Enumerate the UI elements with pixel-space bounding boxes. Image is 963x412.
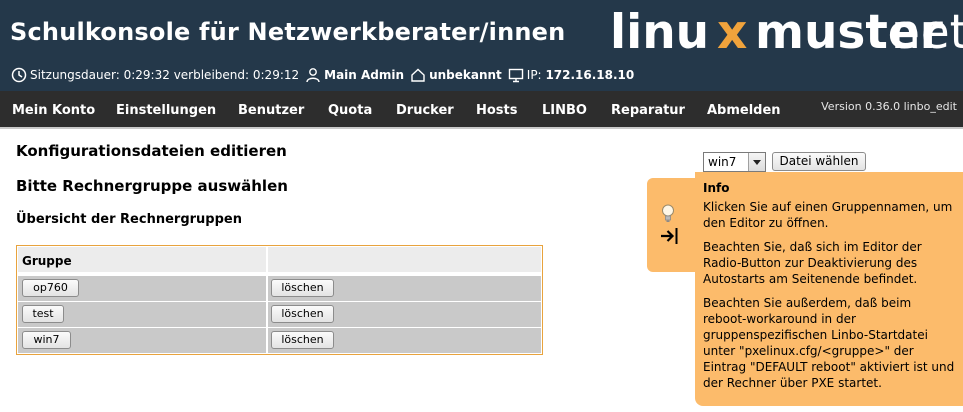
- delete-button-op760[interactable]: löschen: [271, 279, 334, 297]
- arrow-right-bar-icon[interactable]: [659, 226, 681, 246]
- info-panel-tab: [647, 178, 696, 272]
- info-paragraph: Klicken Sie auf einen Gruppennamen, um d…: [703, 200, 953, 230]
- table-cell-action: löschen: [268, 328, 541, 353]
- house-icon: [411, 68, 425, 82]
- user-name: Main Admin: [324, 68, 405, 82]
- group-select[interactable]: win7: [703, 152, 766, 172]
- table-cell-action: löschen: [268, 302, 541, 327]
- info-paragraph: Beachten Sie, daß sich im Editor der Rad…: [703, 240, 922, 286]
- session-duration-value: 0:29:32: [123, 68, 170, 82]
- menu-item-linbo[interactable]: LINBO: [542, 103, 587, 118]
- ip-value: 172.16.18.10: [545, 68, 635, 82]
- user-icon: [306, 68, 320, 83]
- session-duration-label: Sitzungsdauer:: [30, 68, 120, 82]
- table-cell-action: löschen: [268, 276, 541, 301]
- menu-item-quota[interactable]: Quota: [328, 103, 372, 118]
- lightbulb-icon: [662, 204, 674, 222]
- choose-file-button[interactable]: Datei wählen: [772, 152, 866, 171]
- group-link-test[interactable]: test: [22, 305, 64, 323]
- chevron-down-icon[interactable]: [748, 153, 765, 171]
- remaining-label: verbleibend:: [173, 68, 250, 82]
- table-cell-group: test: [18, 302, 266, 327]
- room-name: unbekannt: [429, 68, 502, 82]
- menu-item-einstellungen[interactable]: Einstellungen: [116, 103, 216, 118]
- delete-button-test[interactable]: löschen: [271, 305, 334, 323]
- menu-item-drucker[interactable]: Drucker: [396, 103, 454, 118]
- menu-item-mein-konto[interactable]: Mein Konto: [12, 103, 95, 118]
- group-select-value: win7: [708, 155, 737, 169]
- delete-button-win7[interactable]: löschen: [271, 331, 334, 349]
- menu-item-reparatur[interactable]: Reparatur: [611, 103, 685, 118]
- clock-icon: [11, 67, 27, 83]
- main-menu: Mein Konto Einstellungen Benutzer Quota …: [0, 91, 963, 129]
- page-title: Konfigurationsdateien editieren: [16, 142, 287, 160]
- info-title: Info: [703, 181, 730, 195]
- logo-text-x: x: [717, 5, 748, 60]
- table-row: test löschen: [18, 302, 541, 327]
- table-row: op760 löschen: [18, 276, 541, 301]
- app-title: Schulkonsole für Netzwerkberater/innen: [10, 18, 566, 46]
- ip-label: IP:: [526, 68, 542, 82]
- page-subtitle: Bitte Rechnergruppe auswählen: [16, 177, 288, 195]
- session-status-bar: Sitzungsdauer: 0:29:32 verbleibend: 0:29…: [11, 67, 634, 83]
- page-header: Schulkonsole für Netzwerkberater/innen l…: [0, 0, 963, 91]
- remaining-value: 0:29:12: [252, 68, 300, 82]
- table-cell-group: win7: [18, 328, 266, 353]
- logo-text-linu: linu: [610, 5, 710, 60]
- group-link-op760[interactable]: op760: [22, 279, 79, 297]
- logo-text-net: .net: [876, 5, 963, 60]
- menu-item-hosts[interactable]: Hosts: [476, 103, 518, 118]
- column-header-gruppe: Gruppe: [18, 247, 266, 272]
- group-table: Gruppe op760 löschen test löschen win7 l…: [16, 245, 543, 355]
- menu-item-abmelden[interactable]: Abmelden: [707, 103, 781, 118]
- column-header-actions: [268, 247, 541, 272]
- group-link-win7[interactable]: win7: [22, 331, 71, 349]
- version-label: Version 0.36.0 linbo_edit: [821, 100, 957, 113]
- linuxmuster-logo: linu x muster .net: [610, 4, 963, 62]
- section-title: Übersicht der Rechnergruppen: [16, 212, 242, 227]
- monitor-icon: [508, 68, 523, 83]
- table-cell-group: op760: [18, 276, 266, 301]
- table-row: win7 löschen: [18, 328, 541, 353]
- menu-item-benutzer[interactable]: Benutzer: [238, 103, 304, 118]
- info-panel: Info Klicken Sie auf einen Gruppennamen,…: [695, 172, 963, 406]
- info-paragraph: Beachten Sie außerdem, daß beim reboot-w…: [703, 296, 955, 390]
